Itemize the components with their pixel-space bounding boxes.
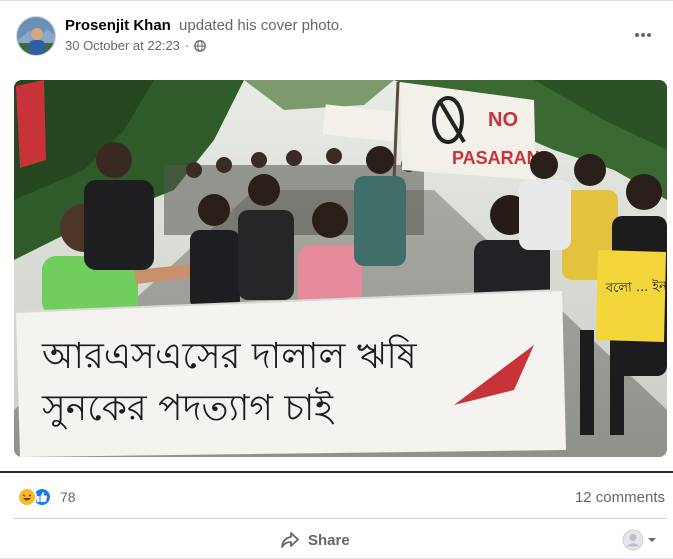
viewer-avatar-icon [622,529,644,551]
share-button[interactable]: Share [280,528,350,552]
banner-line-2: সুনকের পদত্যাগ চাই [41,387,334,430]
viewer-selector[interactable] [622,529,657,551]
more-options-button[interactable] [629,21,657,49]
section-divider [0,471,673,473]
haha-icon [17,487,37,507]
cover-photo[interactable]: NO PASARAN বলো ... ইনকেলাব আরএসএসের দালা… [14,80,667,457]
share-arrow-icon [281,532,299,548]
feed-post-card: Prosenjit Khan updated his cover photo. … [0,0,673,559]
main-banner: আরএসএসের দালাল ঋষি সুনকের পদত্যাগ চাই [15,289,566,457]
flag-text-bottom: PASARAN [452,148,540,168]
protest-march-photo: NO PASARAN বলো ... ইনকেলাব আরএসএসের দালা… [14,80,667,457]
post-action-text: updated his cover photo. [179,17,344,34]
bullet-separator: · [184,38,190,53]
avatar-image [17,17,55,55]
comments-count-link[interactable]: 12 comments [575,489,665,506]
author-name[interactable]: Prosenjit Khan [65,17,171,34]
post-timestamp[interactable]: 30 October at 22:23 [65,38,180,53]
chevron-down-icon [648,538,656,542]
more-options-icon [635,33,651,37]
author-avatar[interactable] [16,16,56,56]
action-divider [14,518,667,519]
globe-icon[interactable] [194,39,207,52]
reactions-summary[interactable]: 78 [17,487,76,507]
share-label: Share [308,531,350,549]
post-header-line: Prosenjit Khan updated his cover photo. [65,17,343,35]
flag-text-top: NO [488,109,518,131]
yellow-placard: বলো ... ইনকেলাব [596,250,667,342]
banner-line-1: আরএসএসের দালাল ঋষি [41,335,418,377]
post-meta: 30 October at 22:23 · [65,38,207,53]
reaction-count: 78 [60,489,76,505]
